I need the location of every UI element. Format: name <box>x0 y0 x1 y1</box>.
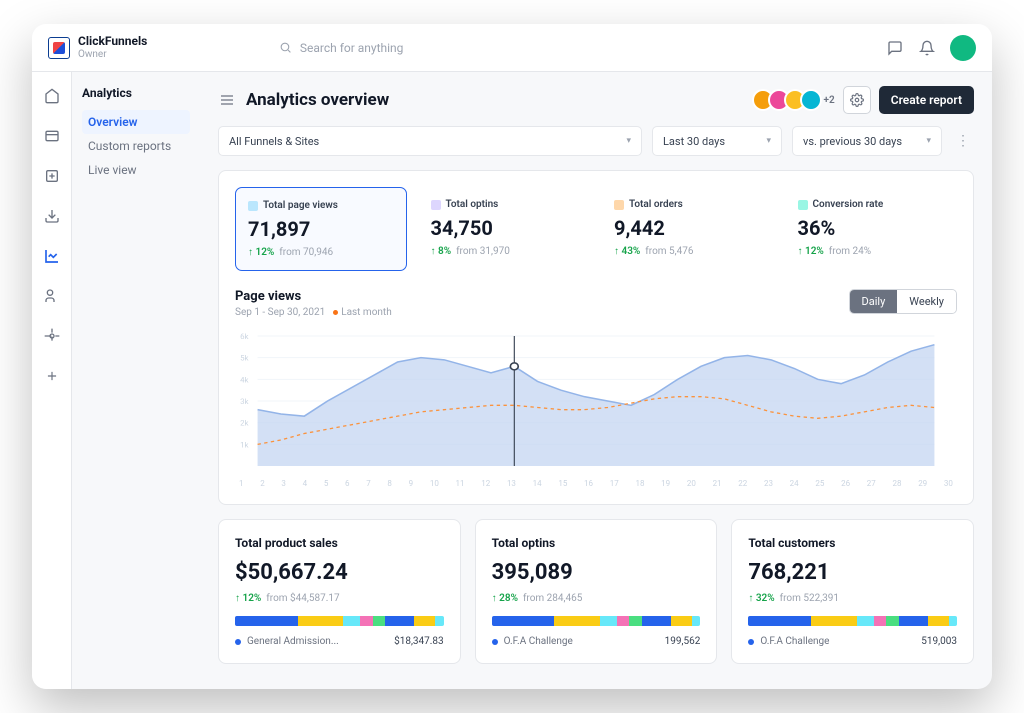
sidebar: Analytics Overview Custom reports Live v… <box>72 72 200 689</box>
brand-role: Owner <box>78 49 147 60</box>
menu-icon[interactable] <box>218 91 236 109</box>
brand[interactable]: ClickFunnels Owner <box>48 35 147 59</box>
filter-funnels[interactable]: All Funnels & Sites▾ <box>218 126 642 156</box>
rail-box-icon[interactable] <box>40 164 64 188</box>
chat-icon[interactable] <box>886 39 904 57</box>
svg-text:3k: 3k <box>240 397 249 405</box>
settings-button[interactable] <box>843 86 871 114</box>
svg-text:4k: 4k <box>240 376 249 384</box>
svg-text:6k: 6k <box>240 332 249 340</box>
search-input[interactable]: Search for anything <box>279 41 639 55</box>
search-icon <box>279 41 292 54</box>
chart-title: Page views <box>235 289 392 304</box>
rail-analytics-icon[interactable] <box>40 244 64 268</box>
kpi-3[interactable]: Conversion rate 36% ↑ 12%from 24% <box>786 187 958 271</box>
rail-home-icon[interactable] <box>40 84 64 108</box>
svg-text:2k: 2k <box>240 419 249 427</box>
overview-panel: Total page views 71,897 ↑ 12%from 70,946… <box>218 170 974 505</box>
rail-add-icon[interactable] <box>40 364 64 388</box>
chart-subtitle: Sep 1 - Sep 30, 2021Last month <box>235 307 392 318</box>
more-icon[interactable]: ⋮ <box>952 133 974 149</box>
nav-rail <box>32 72 72 689</box>
sidebar-item-live-view[interactable]: Live view <box>82 158 190 182</box>
collaborator-avatars[interactable]: +2 <box>752 89 835 111</box>
svg-text:1k: 1k <box>240 441 249 449</box>
toggle-weekly[interactable]: Weekly <box>897 290 956 313</box>
summary-card-0: Total product sales $50,667.24 ↑ 12%from… <box>218 519 461 664</box>
create-report-button[interactable]: Create report <box>879 86 974 114</box>
kpi-1[interactable]: Total optins 34,750 ↑ 8%from 31,970 <box>419 187 591 271</box>
rail-download-icon[interactable] <box>40 204 64 228</box>
sidebar-title: Analytics <box>82 86 190 100</box>
rail-settings-icon[interactable] <box>40 324 64 348</box>
kpi-0[interactable]: Total page views 71,897 ↑ 12%from 70,946 <box>235 187 407 271</box>
rail-users-icon[interactable] <box>40 284 64 308</box>
bell-icon[interactable] <box>918 39 936 57</box>
brand-name: ClickFunnels <box>78 35 147 48</box>
page-title: Analytics overview <box>246 90 389 110</box>
chart-toggle: Daily Weekly <box>849 289 957 314</box>
kpi-2[interactable]: Total orders 9,442 ↑ 43%from 5,476 <box>602 187 774 271</box>
logo-icon <box>48 37 70 59</box>
user-avatar[interactable] <box>950 35 976 61</box>
sidebar-item-custom-reports[interactable]: Custom reports <box>82 134 190 158</box>
toggle-daily[interactable]: Daily <box>850 290 898 313</box>
filter-compare[interactable]: vs. previous 30 days▾ <box>792 126 942 156</box>
rail-card-icon[interactable] <box>40 124 64 148</box>
summary-card-1: Total optins 395,089 ↑ 28%from 284,465 O… <box>475 519 718 664</box>
svg-text:5k: 5k <box>240 354 249 362</box>
filter-range[interactable]: Last 30 days▾ <box>652 126 782 156</box>
chart-area: 1k 2k 3k 4k 5k 6k <box>235 326 957 476</box>
summary-card-2: Total customers 768,221 ↑ 32%from 522,39… <box>731 519 974 664</box>
sidebar-item-overview[interactable]: Overview <box>82 110 190 134</box>
